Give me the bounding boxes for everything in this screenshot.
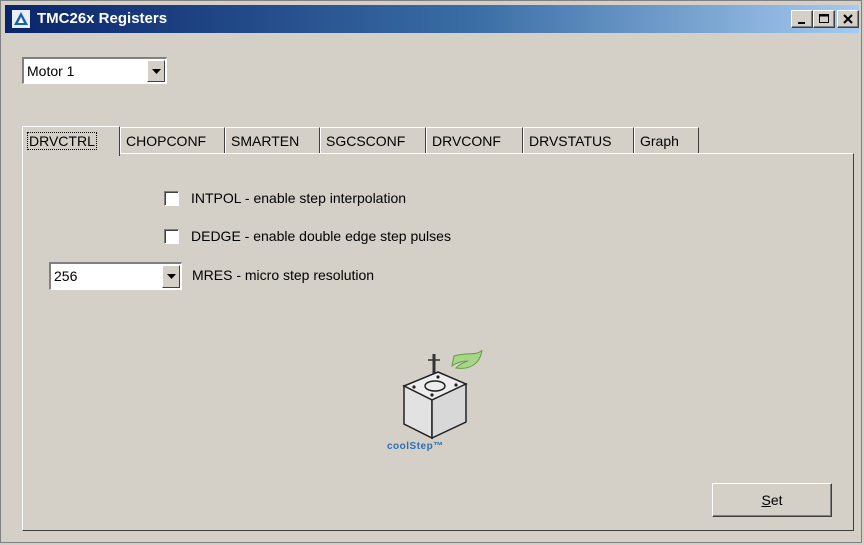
tab-smarten[interactable]: SMARTEN <box>225 127 320 155</box>
intpol-checkbox[interactable] <box>164 190 179 206</box>
close-button[interactable] <box>837 10 859 28</box>
dedge-checkbox[interactable] <box>164 228 179 244</box>
motor-select[interactable]: Motor 1 <box>22 57 167 84</box>
tab-graph[interactable]: Graph <box>634 127 699 155</box>
minimize-icon <box>798 22 805 24</box>
set-button-label: et <box>770 492 783 508</box>
chevron-down-icon <box>151 69 161 74</box>
set-button-accelerator: S <box>761 492 771 508</box>
close-icon <box>843 14 853 24</box>
tab-label: Graph <box>640 133 679 149</box>
tab-label: DRVCONF <box>432 133 501 149</box>
motor-select-dropdown-button[interactable] <box>147 60 165 82</box>
set-button[interactable]: Set <box>712 483 832 517</box>
chevron-down-icon <box>166 274 176 279</box>
tab-sgcsconf[interactable]: SGCSCONF <box>320 127 426 155</box>
tab-label: CHOPCONF <box>126 133 207 149</box>
intpol-row[interactable]: INTPOL - enable step interpolation <box>164 190 406 206</box>
tab-label: SMARTEN <box>231 133 300 149</box>
tab-drvconf[interactable]: DRVCONF <box>426 127 523 155</box>
coolstep-motor-icon <box>402 349 483 440</box>
drvctrl-panel <box>22 153 854 531</box>
tab-label: DRVCTRL <box>27 132 97 150</box>
dedge-label: DEDGE - enable double edge step pulses <box>191 228 451 244</box>
tab-label: DRVSTATUS <box>529 133 612 149</box>
coolstep-logo-text: coolStep™ <box>387 441 444 452</box>
tab-drvctrl[interactable]: DRVCTRL <box>22 126 120 156</box>
intpol-label: INTPOL - enable step interpolation <box>191 190 407 206</box>
tab-chopconf[interactable]: CHOPCONF <box>120 127 225 155</box>
dedge-row[interactable]: DEDGE - enable double edge step pulses <box>164 228 451 244</box>
minimize-button[interactable] <box>791 10 813 28</box>
app-logo-icon[interactable] <box>11 9 31 29</box>
mres-label: MRES - micro step resolution <box>192 267 375 283</box>
tab-drvstatus[interactable]: DRVSTATUS <box>523 127 634 155</box>
window-title: TMC26x Registers <box>37 10 168 27</box>
mres-select-value: 256 <box>54 268 78 284</box>
maximize-icon <box>819 14 829 23</box>
motor-select-value: Motor 1 <box>27 63 75 79</box>
title-bar[interactable]: TMC26x Registers <box>5 5 859 33</box>
window: TMC26x Registers Motor 1 DRVCTRL CHOPCON… <box>0 0 862 543</box>
maximize-button[interactable] <box>813 10 835 28</box>
mres-select[interactable]: 256 <box>49 262 182 290</box>
mres-select-dropdown-button[interactable] <box>162 265 180 288</box>
tab-label: SGCSCONF <box>326 133 406 149</box>
